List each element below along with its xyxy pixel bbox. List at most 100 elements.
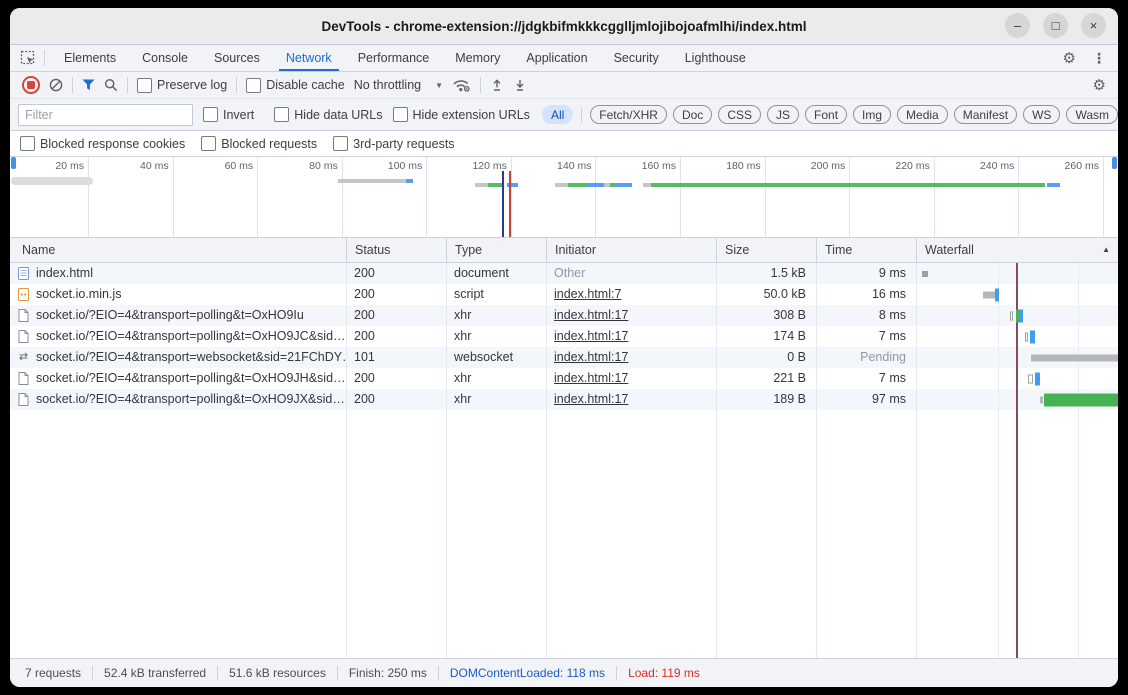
column-header-size[interactable]: Size xyxy=(716,238,816,262)
filter-pill-media[interactable]: Media xyxy=(897,105,948,124)
overview-right-handle[interactable] xyxy=(1112,157,1117,169)
tab-application[interactable]: Application xyxy=(513,45,600,71)
window-title: DevTools - chrome-extension://jdgkbifmkk… xyxy=(321,19,806,34)
third-party-requests-checkbox[interactable]: 3rd-party requests xyxy=(333,136,454,151)
record-network-log-button[interactable] xyxy=(22,76,40,94)
filter-pill-img[interactable]: Img xyxy=(853,105,891,124)
devtools-window: DevTools - chrome-extension://jdgkbifmkk… xyxy=(10,8,1118,687)
inspect-element-icon[interactable] xyxy=(20,50,36,66)
table-row[interactable]: socket.io/?EIO=4&transport=polling&t=OxH… xyxy=(10,368,1118,389)
filter-pill-js[interactable]: JS xyxy=(767,105,799,124)
timeline-gridline xyxy=(595,157,596,237)
clear-network-log-icon[interactable] xyxy=(49,78,63,92)
disable-cache-checkbox[interactable]: Disable cache xyxy=(246,78,345,93)
divider xyxy=(480,77,481,93)
column-header-time[interactable]: Time xyxy=(816,238,916,262)
request-status: 200 xyxy=(346,326,446,347)
filter-input[interactable] xyxy=(18,104,193,126)
checkbox xyxy=(137,78,152,93)
network-overview-timeline[interactable]: 20 ms40 ms60 ms80 ms100 ms120 ms140 ms16… xyxy=(10,157,1118,238)
initiator-link[interactable]: index.html:17 xyxy=(554,392,628,406)
filter-funnel-icon[interactable] xyxy=(82,79,95,91)
table-row[interactable]: index.html 200 document Other 1.5 kB 9 m… xyxy=(10,263,1118,284)
tab-elements[interactable]: Elements xyxy=(51,45,129,71)
file-icon xyxy=(17,393,30,407)
filter-pill-wasm[interactable]: Wasm xyxy=(1066,105,1118,124)
tab-security[interactable]: Security xyxy=(601,45,672,71)
minimize-button[interactable]: – xyxy=(1005,13,1030,38)
initiator-link[interactable]: index.html:17 xyxy=(554,371,628,385)
resources-size: 51.6 kB resources xyxy=(218,666,337,680)
timeline-tick-label: 240 ms xyxy=(954,160,1014,174)
maximize-button[interactable]: □ xyxy=(1043,13,1068,38)
column-header-initiator[interactable]: Initiator xyxy=(546,238,716,262)
column-header-type[interactable]: Type xyxy=(446,238,546,262)
request-status: 200 xyxy=(346,305,446,326)
initiator-link[interactable]: index.html:17 xyxy=(554,308,628,322)
blocked-requests-checkbox[interactable]: Blocked requests xyxy=(201,136,317,151)
preserve-log-checkbox[interactable]: Preserve log xyxy=(137,78,227,93)
file-icon xyxy=(17,309,30,323)
initiator-link[interactable]: index.html:17 xyxy=(554,350,628,364)
tab-performance[interactable]: Performance xyxy=(345,45,443,71)
more-options-icon[interactable]: ⋮ xyxy=(1092,50,1106,67)
filter-pill-doc[interactable]: Doc xyxy=(673,105,712,124)
filter-pill-fetch-xhr[interactable]: Fetch/XHR xyxy=(590,105,667,124)
file-icon xyxy=(17,372,30,386)
table-row[interactable]: socket.io.min.js 200 script index.html:7… xyxy=(10,284,1118,305)
waterfall-bar xyxy=(1019,309,1023,322)
tab-console[interactable]: Console xyxy=(129,45,201,71)
request-status: 200 xyxy=(346,389,446,410)
hide-data-urls-checkbox[interactable]: Hide data URLs xyxy=(274,107,382,122)
search-icon[interactable] xyxy=(104,78,118,92)
waterfall-bar xyxy=(1031,354,1118,361)
initiator-link[interactable]: index.html:17 xyxy=(554,329,628,343)
tab-network[interactable]: Network xyxy=(273,45,345,71)
request-name: socket.io/?EIO=4&transport=polling&t=OxH… xyxy=(36,368,346,389)
network-settings-gear-icon[interactable]: ⚙ xyxy=(1093,78,1106,93)
column-header-waterfall[interactable]: Waterfall▲ xyxy=(916,238,1118,262)
waterfall-cell xyxy=(916,305,1118,326)
table-row[interactable]: socket.io/?EIO=4&transport=polling&t=OxH… xyxy=(10,305,1118,326)
timeline-gridline xyxy=(88,157,89,237)
close-button[interactable]: × xyxy=(1081,13,1106,38)
initiator-link[interactable]: index.html:7 xyxy=(554,287,621,301)
timeline-gridline xyxy=(342,157,343,237)
tab-memory[interactable]: Memory xyxy=(442,45,513,71)
requests-count: 7 requests xyxy=(14,666,92,680)
filter-pill-all[interactable]: All xyxy=(542,105,573,124)
blocked-response-cookies-checkbox[interactable]: Blocked response cookies xyxy=(20,136,185,151)
overview-scroll-thumb[interactable] xyxy=(11,177,93,185)
hide-extension-urls-checkbox[interactable]: Hide extension URLs xyxy=(393,107,530,122)
overview-request-bar xyxy=(338,179,406,183)
sort-ascending-icon: ▲ xyxy=(1102,238,1110,262)
table-row[interactable]: ⇄socket.io/?EIO=4&transport=websocket&si… xyxy=(10,347,1118,368)
waterfall-cell xyxy=(916,368,1118,389)
request-status: 101 xyxy=(346,347,446,368)
table-row[interactable]: socket.io/?EIO=4&transport=polling&t=OxH… xyxy=(10,389,1118,410)
overview-left-handle[interactable] xyxy=(11,157,16,169)
overview-request-bar xyxy=(488,183,503,187)
column-header-status[interactable]: Status xyxy=(346,238,446,262)
filter-pill-css[interactable]: CSS xyxy=(718,105,761,124)
request-status: 200 xyxy=(346,368,446,389)
network-conditions-icon[interactable] xyxy=(452,78,471,93)
timeline-gridline xyxy=(173,157,174,237)
title-bar: DevTools - chrome-extension://jdgkbifmkk… xyxy=(10,8,1118,45)
import-har-icon[interactable] xyxy=(490,78,504,92)
export-har-icon[interactable] xyxy=(513,78,527,92)
checkbox xyxy=(246,78,261,93)
network-toolbar: Preserve log Disable cache No throttling… xyxy=(10,72,1118,99)
checkbox xyxy=(203,107,218,122)
table-row[interactable]: socket.io/?EIO=4&transport=polling&t=OxH… xyxy=(10,326,1118,347)
filter-pill-font[interactable]: Font xyxy=(805,105,847,124)
tab-sources[interactable]: Sources xyxy=(201,45,273,71)
request-type-filters: All Fetch/XHR Doc CSS JS Font Img Media … xyxy=(542,105,1118,124)
filter-pill-manifest[interactable]: Manifest xyxy=(954,105,1017,124)
invert-checkbox[interactable]: Invert xyxy=(203,107,254,122)
filter-pill-ws[interactable]: WS xyxy=(1023,105,1060,124)
column-header-name[interactable]: Name xyxy=(10,238,346,262)
throttling-dropdown[interactable]: No throttling▼ xyxy=(354,78,443,92)
tab-lighthouse[interactable]: Lighthouse xyxy=(672,45,759,71)
settings-gear-icon[interactable]: ⚙ xyxy=(1063,51,1076,66)
